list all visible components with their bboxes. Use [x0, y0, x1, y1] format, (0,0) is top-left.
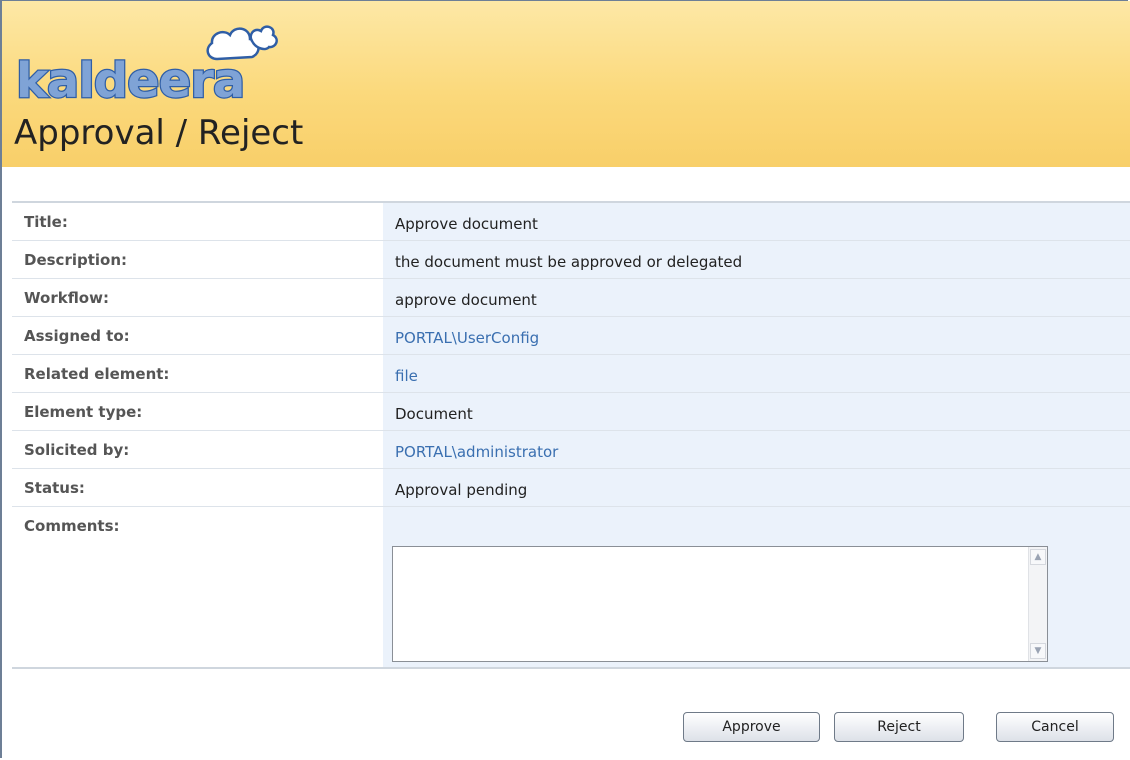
field-label: Assigned to:	[12, 315, 383, 354]
row-status: Status: Approval pending	[12, 467, 1130, 506]
scroll-down-icon[interactable]: ▼	[1030, 643, 1046, 659]
logo-text: kaldeera	[16, 53, 244, 109]
field-label: Title:	[12, 201, 383, 240]
related-element-link[interactable]: file	[383, 353, 1130, 392]
comments-textarea-box: ▲ ▼	[392, 546, 1048, 662]
row-title: Title: Approve document	[12, 201, 1130, 240]
approve-button[interactable]: Approve	[683, 712, 820, 742]
field-label: Related element:	[12, 353, 383, 392]
scroll-up-icon[interactable]: ▲	[1030, 549, 1046, 565]
field-value: Approval pending	[383, 467, 1130, 506]
field-label: Element type:	[12, 391, 383, 430]
row-description: Description: the document must be approv…	[12, 239, 1130, 278]
solicited-by-link[interactable]: PORTAL\administrator	[383, 429, 1130, 468]
row-related-element: Related element: file	[12, 353, 1130, 392]
assigned-to-link[interactable]: PORTAL\UserConfig	[383, 315, 1130, 354]
comments-scrollbar[interactable]: ▲ ▼	[1028, 547, 1047, 661]
page-title: Approval / Reject	[14, 113, 304, 153]
reject-button[interactable]: Reject	[834, 712, 964, 742]
field-value: Approve document	[383, 201, 1130, 240]
cancel-button[interactable]: Cancel	[996, 712, 1114, 742]
row-solicited-by: Solicited by: PORTAL\administrator	[12, 429, 1130, 468]
comments-label: Comments:	[12, 505, 383, 669]
field-value: approve document	[383, 277, 1130, 316]
page-header: kaldeera Approval / Reject	[2, 1, 1130, 167]
field-label: Status:	[12, 467, 383, 506]
comments-textarea[interactable]	[393, 547, 1029, 661]
kaldeera-logo: kaldeera	[15, 25, 278, 110]
field-label: Solicited by:	[12, 429, 383, 468]
field-value: the document must be approved or delegat…	[383, 239, 1130, 278]
row-workflow: Workflow: approve document	[12, 277, 1130, 316]
field-label: Workflow:	[12, 277, 383, 316]
row-element-type: Element type: Document	[12, 391, 1130, 430]
row-assigned-to: Assigned to: PORTAL\UserConfig	[12, 315, 1130, 354]
field-label: Description:	[12, 239, 383, 278]
field-value: Document	[383, 391, 1130, 430]
